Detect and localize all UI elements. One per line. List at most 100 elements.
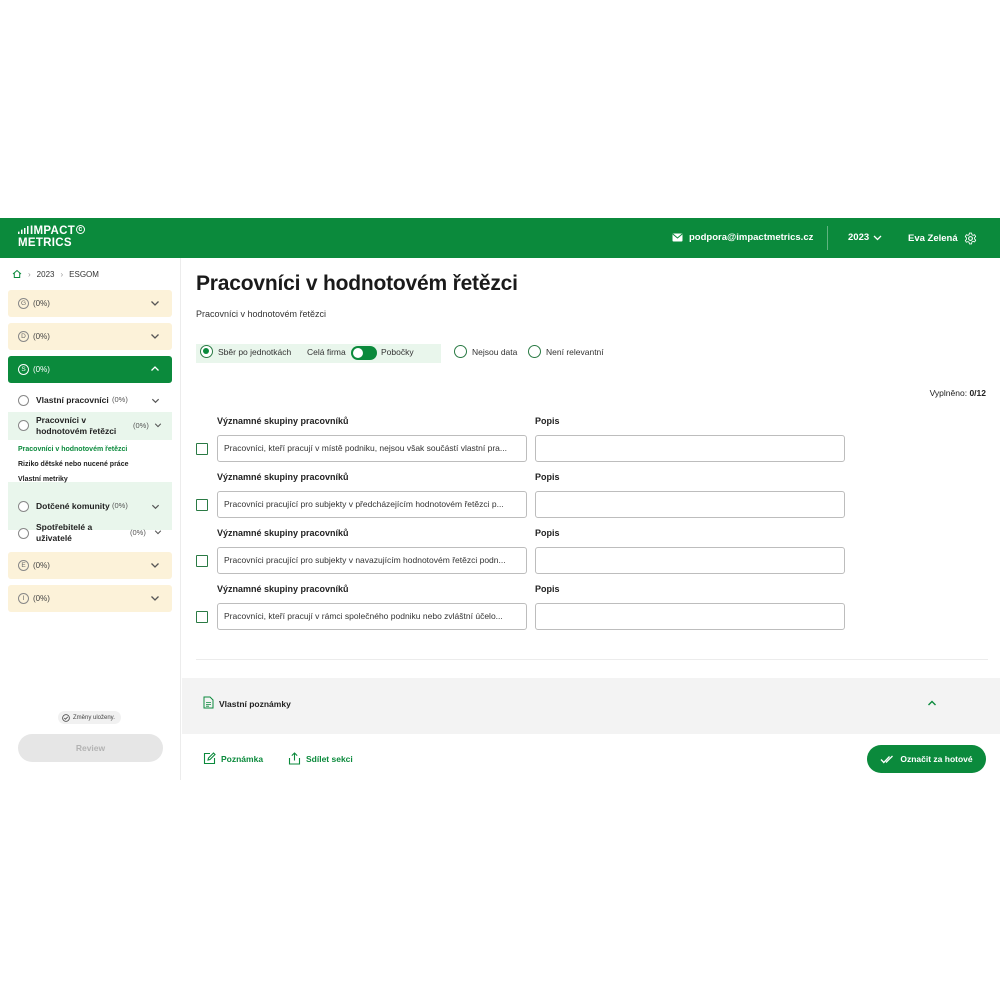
status-radio <box>18 395 29 406</box>
row-label: Významné skupiny pracovníků <box>217 528 349 538</box>
toggle-right-label: Pobočky <box>381 347 414 357</box>
share-icon <box>288 752 301 765</box>
sidebar-item-percent: (0%) <box>112 501 128 510</box>
divider <box>196 659 988 660</box>
option-label: Není relevantní <box>546 346 604 357</box>
section-g-percent: (0%) <box>33 299 50 308</box>
chevron-down-icon <box>154 423 162 428</box>
home-icon[interactable] <box>12 269 22 279</box>
double-check-icon <box>880 755 894 763</box>
submenu-item-own-metrics[interactable]: Vlastní metriky <box>18 476 68 483</box>
row-label: Významné skupiny pracovníků <box>217 416 349 426</box>
own-notes-label: Vlastní poznámky <box>219 699 291 709</box>
row-checkbox[interactable] <box>196 443 208 455</box>
section-e-icon: E <box>18 560 29 571</box>
worker-group-input[interactable]: Pracovníci pracující pro subjekty v před… <box>217 491 527 518</box>
support-email: podpora@impactmetrics.cz <box>689 232 814 243</box>
option-label: Nejsou data <box>472 346 518 357</box>
section-g[interactable]: G (0%) <box>8 290 172 317</box>
section-g-icon: G <box>18 298 29 309</box>
section-s[interactable]: S (0%) <box>8 356 172 383</box>
radio-selected-icon <box>200 345 213 358</box>
year-value: 2023 <box>848 232 870 243</box>
sidebar-item-percent: (0%) <box>133 421 149 430</box>
radio-icon <box>528 345 541 358</box>
option-no-data[interactable]: Nejsou data <box>454 345 517 358</box>
sidebar-item-consumers[interactable]: Spotřebitelé a uživatelé (0%) <box>8 519 172 547</box>
section-d[interactable]: D (0%) <box>8 323 172 350</box>
page-title: Pracovníci v hodnotovém řetězci <box>196 272 518 295</box>
edit-icon <box>203 752 216 765</box>
add-note-button[interactable]: Poznámka <box>203 752 263 765</box>
add-note-label: Poznámka <box>221 753 264 764</box>
sidebar-item-label: Dotčené komunity <box>36 501 110 511</box>
section-i[interactable]: I (0%) <box>8 585 172 612</box>
review-button[interactable]: Review <box>18 734 163 762</box>
breadcrumb-separator-icon: › <box>60 269 64 279</box>
sidebar-item-label: Vlastní pracovníci <box>36 395 109 405</box>
section-s-icon: S <box>18 364 29 375</box>
status-radio <box>18 420 29 431</box>
logo-mark-icon: c <box>76 225 86 234</box>
chevron-up-icon[interactable] <box>927 699 937 707</box>
sidebar-item-label-2: uživatelé <box>36 533 72 543</box>
sidebar-item-percent: (0%) <box>130 528 146 537</box>
gear-icon[interactable] <box>964 232 977 245</box>
sidebar-item-percent: (0%) <box>112 395 128 404</box>
sidebar-item-own-workers[interactable]: Vlastní pracovníci (0%) <box>8 389 172 411</box>
company-branches-toggle[interactable] <box>351 346 377 360</box>
submenu-item-child-labour-risk[interactable]: Riziko dětské nebo nucené práce <box>18 461 128 468</box>
status-radio <box>18 501 29 512</box>
worker-group-input[interactable]: Pracovníci, kteří pracují v rámci společ… <box>217 603 527 630</box>
sidebar-item-label-2: hodnotovém řetězci <box>36 426 117 436</box>
sidebar-item-value-chain-workers[interactable]: Pracovníci v hodnotovém řetězci (0%) <box>8 412 172 440</box>
mail-icon <box>672 233 683 242</box>
description-input[interactable] <box>535 603 845 630</box>
chevron-down-icon <box>151 596 159 601</box>
section-i-icon: I <box>18 593 29 604</box>
worker-group-input[interactable]: Pracovníci, kteří pracují v místě podnik… <box>217 435 527 462</box>
filled-label: Vyplněno: <box>929 388 968 398</box>
section-s-percent: (0%) <box>33 365 50 374</box>
row-checkbox[interactable] <box>196 611 208 623</box>
logo[interactable]: IMPACT c METRICS <box>18 225 86 249</box>
mark-done-button[interactable]: Označit za hotové <box>867 745 986 773</box>
radio-icon <box>454 345 467 358</box>
section-e[interactable]: E (0%) <box>8 552 172 579</box>
sidebar: › 2023 › ESGOM G (0%) D (0%) S (0%) Vlas… <box>0 258 181 780</box>
sidebar-item-label: Spotřebitelé a <box>36 522 93 532</box>
section-i-percent: (0%) <box>33 594 50 603</box>
description-input[interactable] <box>535 547 845 574</box>
description-input[interactable] <box>535 435 845 462</box>
breadcrumb-separator-icon: › <box>28 269 31 279</box>
own-notes-panel[interactable]: Vlastní poznámky <box>182 678 1000 734</box>
worker-group-input[interactable]: Pracovníci pracující pro subjekty v nava… <box>217 547 527 574</box>
sidebar-item-affected-communities[interactable]: Dotčené komunity (0%) <box>8 495 172 517</box>
header-divider <box>827 226 828 250</box>
description-input[interactable] <box>535 491 845 518</box>
filled-value: 0/12 <box>969 388 986 398</box>
option-not-relevant[interactable]: Není relevantní <box>528 345 604 358</box>
check-circle-icon <box>62 713 70 722</box>
saved-status-text: Změny uloženy. <box>73 714 115 721</box>
document-icon <box>203 696 214 709</box>
chevron-down-icon <box>151 334 159 339</box>
submenu-item-value-chain-workers[interactable]: Pracovníci v hodnotovém řetězci <box>18 446 127 453</box>
row-label: Významné skupiny pracovníků <box>217 584 349 594</box>
description-label: Popis <box>535 416 560 426</box>
breadcrumb: › 2023 › ESGOM <box>12 269 99 279</box>
page-subtitle: Pracovníci v hodnotovém řetězci <box>196 309 327 319</box>
user-menu[interactable]: Eva Zelená <box>908 232 977 245</box>
row-checkbox[interactable] <box>196 555 208 567</box>
breadcrumb-year[interactable]: 2023 <box>37 270 55 279</box>
row-checkbox[interactable] <box>196 499 208 511</box>
breadcrumb-current[interactable]: ESGOM <box>69 270 99 279</box>
chevron-down-icon <box>151 301 159 306</box>
section-d-percent: (0%) <box>33 332 50 341</box>
support-email-link[interactable]: podpora@impactmetrics.cz <box>672 232 813 243</box>
year-select[interactable]: 2023 <box>848 232 882 243</box>
row-label: Významné skupiny pracovníků <box>217 472 349 482</box>
option-by-units[interactable]: Sběr po jednotkách <box>200 345 291 358</box>
share-section-button[interactable]: Sdílet sekci <box>288 752 353 765</box>
user-name: Eva Zelená <box>908 233 958 244</box>
